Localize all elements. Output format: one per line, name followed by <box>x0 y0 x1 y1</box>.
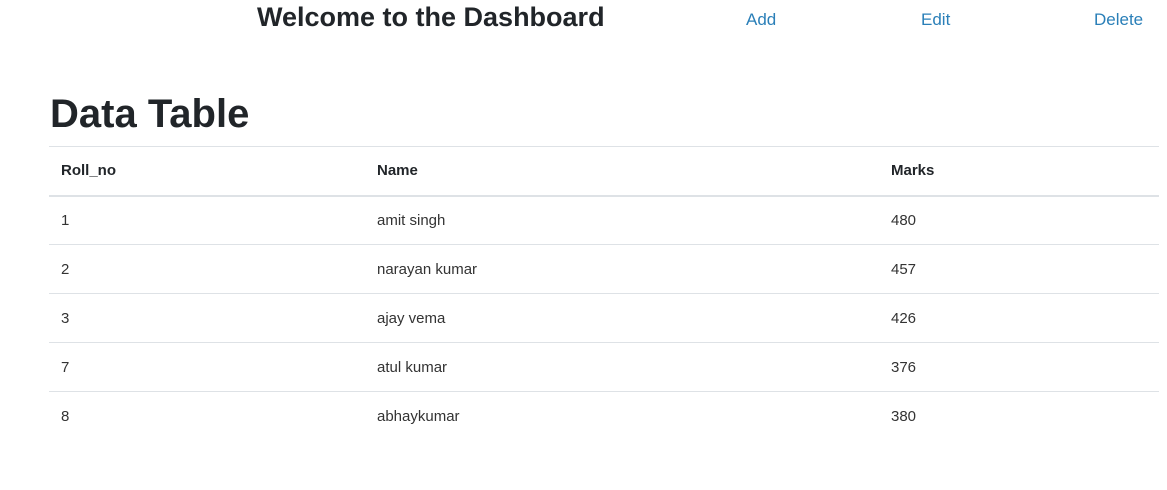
data-table-title: Data Table <box>50 92 250 136</box>
column-header-roll-no: Roll_no <box>49 146 365 197</box>
roll-no-cell: 3 <box>49 293 365 343</box>
marks-cell: 380 <box>879 391 1159 441</box>
marks-cell: 426 <box>879 293 1159 343</box>
name-cell: ajay vema <box>365 293 879 343</box>
table-row: 2 narayan kumar 457 <box>49 244 1159 294</box>
table-header: Roll_no Name Marks <box>49 146 1159 197</box>
marks-cell: 376 <box>879 342 1159 392</box>
column-header-marks: Marks <box>879 146 1159 197</box>
roll-no-cell: 8 <box>49 391 365 441</box>
marks-cell: 457 <box>879 244 1159 294</box>
marks-cell: 480 <box>891 211 917 229</box>
name-cell: amit singh <box>377 211 446 229</box>
table-row: 1 amit singh 480 <box>49 196 1159 245</box>
table-row: 3 ajay vema 426 <box>49 293 1159 343</box>
table-header-row: Roll_no Name Marks <box>49 146 1159 197</box>
table-body: 1 amit singh 480 2 narayan kumar 457 3 a… <box>49 196 1159 441</box>
name-cell: abhaykumar <box>365 391 879 441</box>
name-cell: narayan kumar <box>365 244 879 294</box>
roll-no-cell: 2 <box>49 244 365 294</box>
roll-no-cell: 7 <box>49 342 365 392</box>
dashboard-page: Welcome to the Dashboard Add Edit Delete… <box>0 0 1167 490</box>
add-link[interactable]: Add <box>746 10 776 30</box>
delete-link[interactable]: Delete <box>1094 10 1143 30</box>
table-row: 8 abhaykumar 380 <box>49 391 1159 441</box>
table-row: 7 atul kumar 376 <box>49 342 1159 392</box>
roll-no-cell: 1 <box>61 211 70 229</box>
edit-link[interactable]: Edit <box>921 10 950 30</box>
name-cell: atul kumar <box>365 342 879 392</box>
data-table: Roll_no Name Marks 1 amit singh 480 2 na… <box>49 146 1159 441</box>
column-header-name: Name <box>365 146 879 197</box>
page-header-title: Welcome to the Dashboard <box>257 2 605 32</box>
